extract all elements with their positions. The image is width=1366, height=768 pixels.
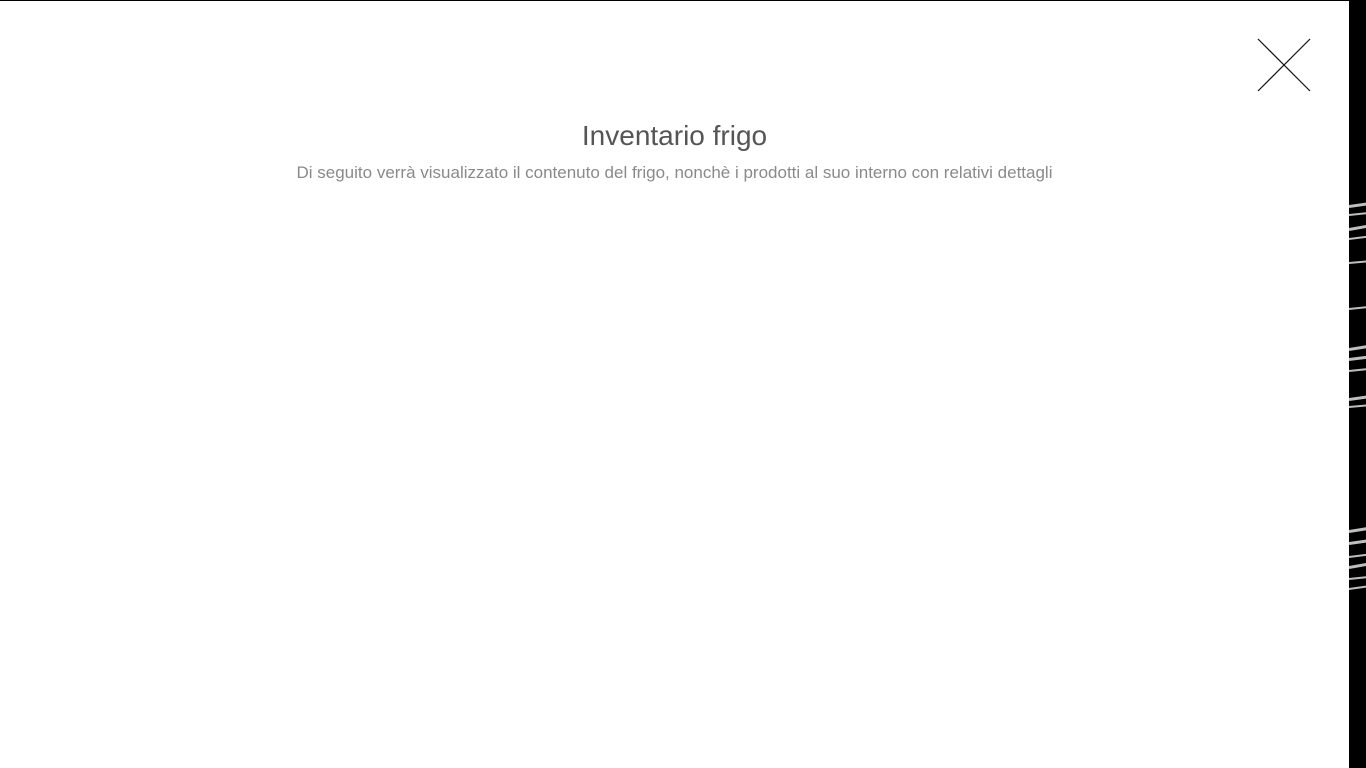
- page: Inventario frigo Di seguito verrà visual…: [0, 0, 1366, 768]
- modal-title: Inventario frigo: [581, 120, 768, 151]
- modal-subtitle: Di seguito verrà visualizzato il contenu…: [296, 163, 1053, 182]
- background-streak: [1349, 221, 1366, 231]
- background-image: [1349, 0, 1366, 768]
- inventory-modal: Inventario frigo Di seguito verrà visual…: [0, 1, 1349, 768]
- background-streak: [1349, 573, 1366, 580]
- close-button[interactable]: [1256, 37, 1312, 93]
- background-streak: [1349, 536, 1366, 545]
- background-streak: [1349, 233, 1366, 240]
- background-streak: [1349, 559, 1366, 569]
- background-streak: [1349, 582, 1366, 590]
- background-streak: [1349, 209, 1366, 216]
- background-streak: [1349, 199, 1366, 208]
- background-streak: [1349, 258, 1366, 264]
- background-streak: [1349, 523, 1366, 533]
- background-streak: [1349, 402, 1366, 408]
- background-streak: [1349, 392, 1366, 401]
- background-streak: [1349, 303, 1366, 310]
- close-icon: [1257, 38, 1311, 92]
- background-streak: [1349, 365, 1366, 372]
- background-streak: [1349, 353, 1366, 361]
- background-streak: [1349, 341, 1366, 351]
- background-streak: [1349, 551, 1366, 558]
